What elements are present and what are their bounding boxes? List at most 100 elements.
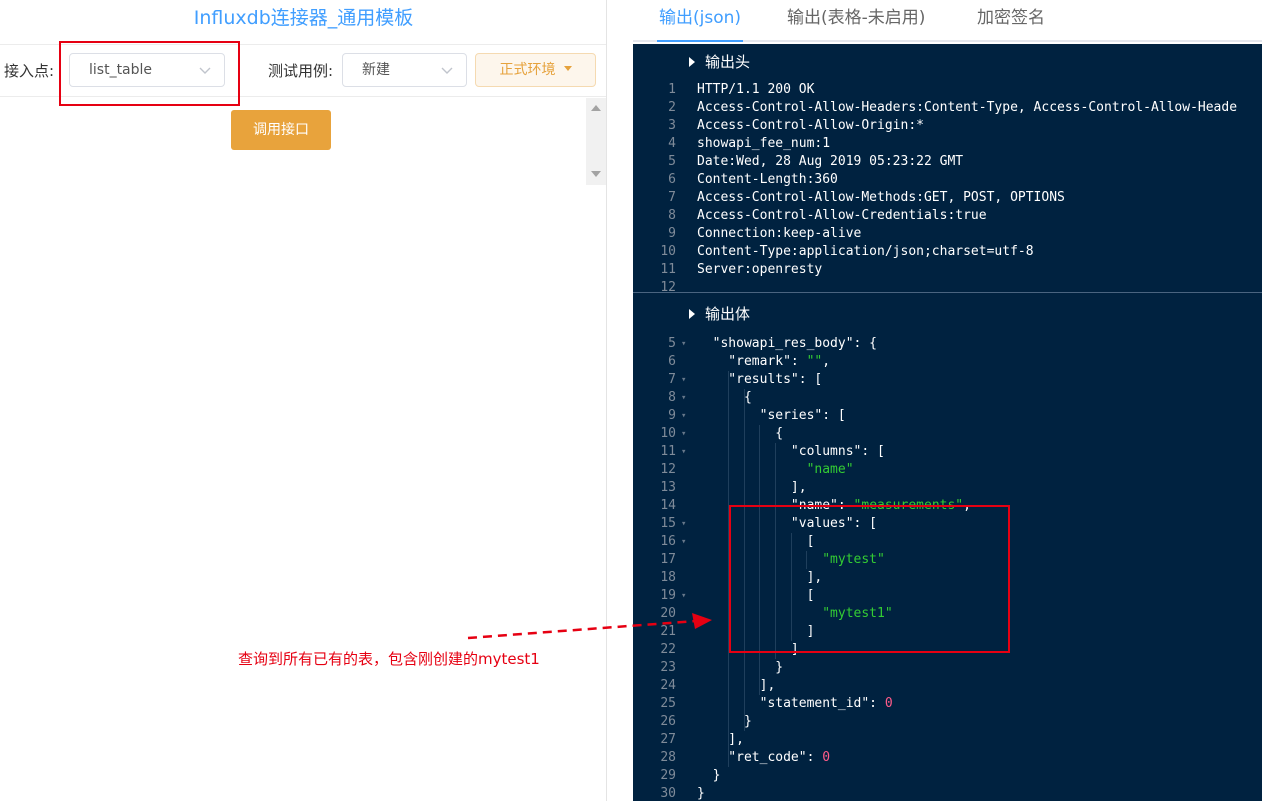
entry-point-label: 接入点: — [4, 62, 55, 80]
line-number: 25 — [660, 696, 676, 711]
code-text: "remark": "", — [697, 353, 830, 371]
code-line: 24 ], — [633, 677, 1262, 695]
line-number: 13 — [660, 480, 676, 495]
code-text: { — [697, 389, 752, 407]
code-token: "columns": [ — [697, 444, 885, 459]
code-line: 3 Access-Control-Allow-Origin:* — [633, 117, 1262, 135]
code-text: "name" — [697, 461, 854, 479]
code-line: 13 ], — [633, 479, 1262, 497]
line-number: 5 — [668, 336, 676, 351]
code-line: 9 Connection:keep-alive — [633, 225, 1262, 243]
caret-down-icon — [563, 65, 572, 71]
code-line: 4 showapi_fee_num:1 — [633, 135, 1262, 153]
code-text: "statement_id": 0 — [697, 695, 893, 713]
line-number: 3 — [668, 118, 676, 133]
fold-toggle-icon[interactable]: ▾ — [681, 335, 686, 353]
line-number: 12 — [660, 280, 676, 292]
code-line: 10 ▾ { — [633, 425, 1262, 443]
environment-label: 正式环境 — [499, 62, 556, 78]
code-text: } — [697, 767, 721, 785]
line-number: 24 — [660, 678, 676, 693]
annotation-arrow — [467, 613, 712, 640]
scroll-up-arrow-icon[interactable] — [591, 105, 601, 111]
code-text: ], — [697, 479, 807, 497]
code-token: } — [697, 768, 721, 783]
environment-dropdown-button[interactable]: 正式环境 — [475, 53, 596, 87]
code-text: } — [697, 713, 752, 731]
output-body-title: 输出体 — [705, 305, 751, 323]
code-line: 6 "remark": "", — [633, 353, 1262, 371]
call-api-button[interactable]: 调用接口 — [231, 110, 331, 150]
code-line: 12 — [633, 279, 1262, 292]
fold-toggle-icon[interactable]: ▾ — [681, 407, 686, 425]
line-number: 6 — [668, 354, 676, 369]
code-text: Content-Length:360 — [697, 172, 838, 187]
fold-toggle-icon[interactable]: ▾ — [681, 587, 686, 605]
chevron-down-icon — [441, 67, 453, 74]
output-body-section-title[interactable]: 输出体 — [633, 296, 1262, 332]
fold-toggle-icon[interactable]: ▾ — [681, 425, 686, 443]
line-number: 19 — [660, 588, 676, 603]
code-line: 29 } — [633, 767, 1262, 785]
code-text: showapi_fee_num:1 — [697, 136, 831, 151]
code-line: 2 Access-Control-Allow-Headers:Content-Ty… — [633, 99, 1262, 117]
fold-toggle-icon[interactable]: ▾ — [681, 533, 686, 551]
line-number: 17 — [660, 552, 676, 567]
number-token: 0 — [822, 750, 831, 765]
code-token: "series": [ — [697, 408, 846, 423]
code-token: ], — [697, 678, 776, 693]
fold-toggle-icon[interactable]: ▾ — [681, 389, 686, 407]
page-title: Influxdb连接器_通用模板 — [193, 7, 414, 29]
fold-toggle-icon[interactable]: ▾ — [681, 371, 686, 389]
fold-toggle-icon[interactable]: ▾ — [681, 443, 686, 461]
code-text: Connection:keep-alive — [697, 226, 862, 241]
tab-signature[interactable]: 加密签名 — [977, 7, 1045, 29]
code-text: "ret_code": 0 — [697, 749, 830, 767]
line-number: 9 — [668, 226, 676, 241]
code-line: 9 ▾ "series": [ — [633, 407, 1262, 425]
code-text: Access-Control-Allow-Credentials:true — [697, 208, 987, 223]
line-number: 7 — [668, 372, 676, 387]
code-line: 7 ▾ "results": [ — [633, 371, 1262, 389]
line-number: 5 — [668, 154, 676, 169]
line-number: 29 — [660, 768, 676, 783]
vertical-scrollbar[interactable] — [586, 98, 606, 185]
code-token: ], — [697, 480, 807, 495]
tab-output-json[interactable]: 输出(json) — [659, 7, 741, 29]
output-tabs: 输出(json) 输出(表格-未启用) 加密签名 — [633, 0, 1262, 42]
line-number: 15 — [660, 516, 676, 531]
code-line: 26 } — [633, 713, 1262, 731]
tab-output-table[interactable]: 输出(表格-未启用) — [787, 7, 925, 29]
code-text: HTTP/1.1 200 OK — [697, 82, 815, 97]
line-number: 30 — [660, 786, 676, 801]
panel-gap — [607, 0, 633, 801]
testcase-value: 新建 — [362, 62, 390, 78]
string-token: "name" — [697, 462, 854, 477]
code-text: { — [697, 425, 783, 443]
code-token: } — [697, 786, 705, 801]
scroll-down-arrow-icon[interactable] — [591, 171, 601, 177]
code-line: 8 ▾ { — [633, 389, 1262, 407]
output-header-section-title[interactable]: 输出头 — [633, 44, 1262, 80]
code-line: 1 HTTP/1.1 200 OK — [633, 81, 1262, 99]
code-line: 10 Content-Type:application/json;charset=… — [633, 243, 1262, 261]
code-line: 30} — [633, 785, 1262, 801]
app-root: Influxdb连接器_通用模板 接入点: list_table 测试用例: 新… — [0, 0, 1262, 801]
line-number: 16 — [660, 534, 676, 549]
response-headers-editor[interactable]: 1 HTTP/1.1 200 OK 2 Access-Control-Allow-He… — [633, 80, 1262, 292]
fold-toggle-icon[interactable]: ▾ — [681, 515, 686, 533]
line-number: 18 — [660, 570, 676, 585]
line-number: 23 — [660, 660, 676, 675]
string-token: "" — [806, 354, 823, 369]
line-number: 26 — [660, 714, 676, 729]
line-number: 27 — [660, 732, 676, 747]
line-number: 11 — [660, 262, 676, 277]
code-text: Server:openresty — [697, 262, 823, 277]
code-line: 28 "ret_code": 0 — [633, 749, 1262, 767]
line-number: 1 — [668, 82, 676, 97]
line-number: 10 — [660, 426, 676, 441]
testcase-select[interactable]: 新建 — [342, 53, 467, 87]
code-line: 12 "name" — [633, 461, 1262, 479]
code-token: , — [822, 354, 831, 369]
line-number: 10 — [660, 244, 676, 259]
